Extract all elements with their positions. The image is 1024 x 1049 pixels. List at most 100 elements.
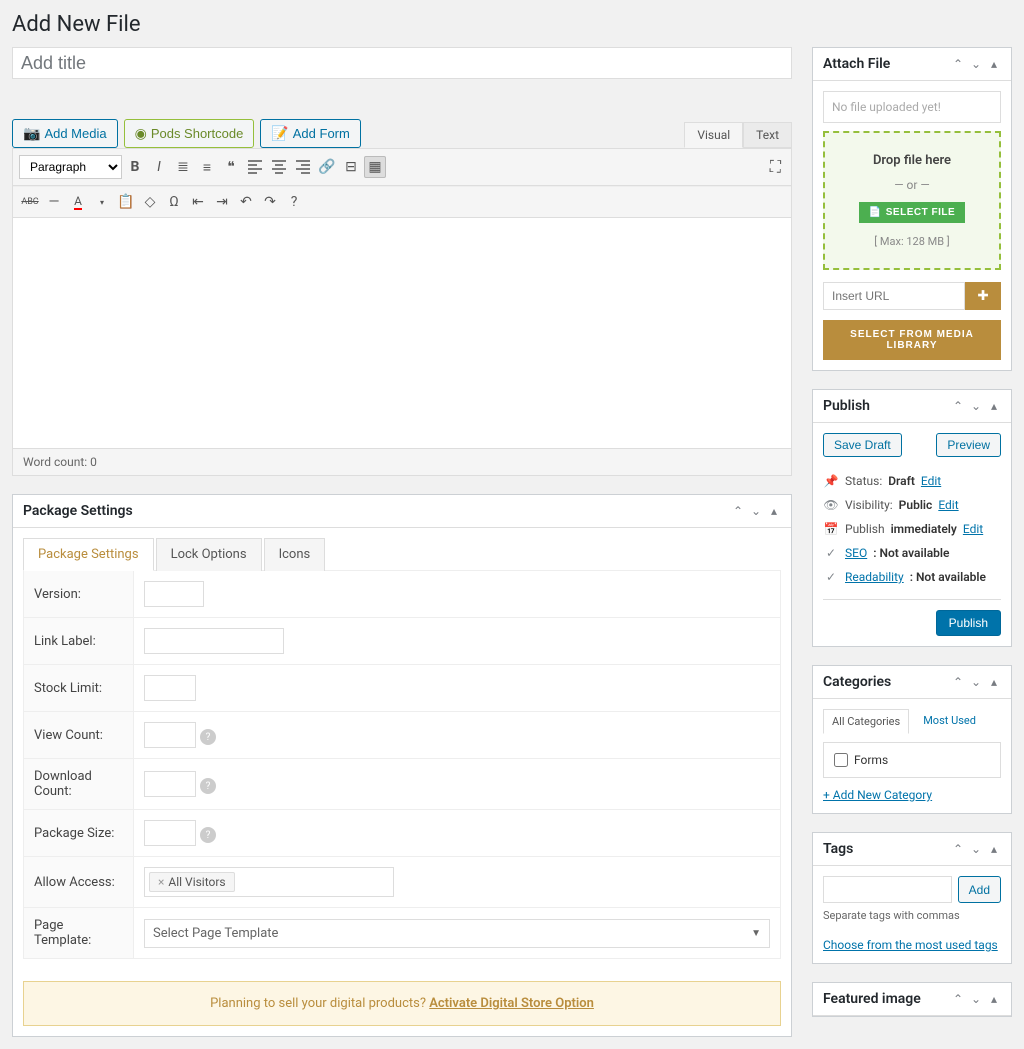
form-icon: 📝 — [271, 123, 288, 144]
move-up-icon[interactable]: ⌃ — [731, 504, 745, 518]
tab-text[interactable]: Text — [743, 122, 792, 148]
add-form-button[interactable]: 📝Add Form — [260, 119, 361, 148]
help-icon[interactable]: ? — [283, 191, 305, 213]
category-checkbox[interactable] — [834, 753, 848, 767]
move-down-icon[interactable]: ⌄ — [969, 399, 983, 413]
bullet-list-icon[interactable]: ≣ — [172, 156, 194, 178]
move-up-icon[interactable]: ⌃ — [951, 992, 965, 1006]
outdent-icon[interactable]: ⇤ — [187, 191, 209, 213]
publish-button[interactable]: Publish — [936, 610, 1001, 636]
select-file-button[interactable]: 📄SELECT FILE — [859, 202, 965, 223]
insert-url-input[interactable] — [823, 282, 965, 310]
stock-limit-input[interactable] — [144, 675, 196, 701]
clear-format-icon[interactable]: ◇ — [139, 191, 161, 213]
editor-content[interactable] — [13, 218, 791, 448]
view-count-input[interactable] — [144, 722, 196, 748]
tag-input[interactable] — [823, 876, 952, 903]
link-icon[interactable]: 🔗 — [316, 156, 338, 178]
toggle-icon[interactable]: ▴ — [987, 992, 1001, 1006]
edit-status-link[interactable]: Edit — [921, 474, 941, 488]
add-media-button[interactable]: 📷Add Media — [12, 119, 118, 148]
move-down-icon[interactable]: ⌄ — [749, 504, 763, 518]
file-drop-zone[interactable]: Drop file here — or — 📄SELECT FILE [ Max… — [823, 131, 1001, 270]
file-icon: 📄 — [869, 207, 882, 218]
stock-limit-label: Stock Limit: — [24, 665, 134, 712]
indent-icon[interactable]: ⇥ — [211, 191, 233, 213]
more-icon[interactable]: ⊟ — [340, 156, 362, 178]
link-label-input[interactable] — [144, 628, 284, 654]
toggle-icon[interactable]: ▴ — [767, 504, 781, 518]
align-left-icon[interactable] — [244, 156, 266, 178]
add-tag-button[interactable]: Add — [958, 876, 1001, 903]
help-icon[interactable]: ? — [200, 778, 216, 794]
align-center-icon[interactable] — [268, 156, 290, 178]
page-template-select[interactable]: Select Page Template▼ — [144, 919, 770, 948]
chevron-down-icon: ▼ — [751, 928, 761, 939]
version-input[interactable] — [144, 581, 204, 607]
italic-icon[interactable]: I — [148, 156, 170, 178]
save-draft-button[interactable]: Save Draft — [823, 433, 902, 457]
title-input[interactable] — [12, 47, 792, 79]
download-count-input[interactable] — [144, 771, 196, 797]
preview-button[interactable]: Preview — [936, 433, 1001, 457]
toggle-icon[interactable]: ▴ — [987, 57, 1001, 71]
link-label-label: Link Label: — [24, 618, 134, 665]
page-title: Add New File — [12, 12, 1012, 37]
pkg-tab-icons[interactable]: Icons — [264, 538, 326, 571]
word-count: Word count: 0 — [13, 448, 791, 475]
toggle-icon[interactable]: ▴ — [987, 842, 1001, 856]
remove-chip-icon[interactable]: × — [158, 875, 164, 889]
move-down-icon[interactable]: ⌄ — [969, 675, 983, 689]
toggle-icon[interactable]: ▴ — [987, 399, 1001, 413]
toolbar-toggle-icon[interactable]: ▦ — [364, 156, 386, 178]
cat-tab-most[interactable]: Most Used — [915, 709, 984, 734]
help-icon[interactable]: ? — [200, 729, 216, 745]
pods-shortcode-button[interactable]: ◉Pods Shortcode — [124, 119, 255, 148]
page-template-label: Page Template: — [24, 908, 134, 959]
pkg-tab-settings[interactable]: Package Settings — [23, 538, 154, 571]
sell-banner: Planning to sell your digital products? … — [23, 981, 781, 1026]
view-count-label: View Count: — [24, 712, 134, 759]
move-up-icon[interactable]: ⌃ — [951, 399, 965, 413]
package-size-input[interactable] — [144, 820, 196, 846]
hr-icon[interactable]: — — [43, 191, 65, 213]
pkg-tab-lock[interactable]: Lock Options — [156, 538, 262, 571]
category-item-forms[interactable]: Forms — [834, 753, 990, 767]
abc-strike-icon[interactable]: ABC — [19, 191, 41, 213]
blockquote-icon[interactable]: ❝ — [220, 156, 242, 178]
undo-icon[interactable]: ↶ — [235, 191, 257, 213]
toggle-icon[interactable]: ▴ — [987, 675, 1001, 689]
edit-visibility-link[interactable]: Edit — [938, 498, 958, 512]
access-chip[interactable]: ×All Visitors — [149, 872, 235, 892]
paste-icon[interactable]: 📋 — [115, 191, 137, 213]
move-down-icon[interactable]: ⌄ — [969, 992, 983, 1006]
activate-store-link[interactable]: Activate Digital Store Option — [429, 996, 594, 1011]
text-color-arrow-icon[interactable]: ▾ — [91, 191, 113, 213]
move-up-icon[interactable]: ⌃ — [951, 842, 965, 856]
bold-icon[interactable]: B — [124, 156, 146, 178]
package-settings-box: Package Settings ⌃ ⌄ ▴ Package Settings … — [12, 494, 792, 1037]
tab-visual[interactable]: Visual — [684, 122, 743, 148]
move-up-icon[interactable]: ⌃ — [951, 57, 965, 71]
special-char-icon[interactable]: Ω — [163, 191, 185, 213]
move-down-icon[interactable]: ⌄ — [969, 842, 983, 856]
add-category-link[interactable]: + Add New Category — [823, 788, 932, 802]
media-library-button[interactable]: SELECT FROM MEDIA LIBRARY — [823, 320, 1001, 360]
move-down-icon[interactable]: ⌄ — [969, 57, 983, 71]
publish-box: Publish ⌃⌄▴ Save Draft Preview 📌Status: … — [812, 389, 1012, 647]
cat-tab-all[interactable]: All Categories — [823, 709, 909, 734]
fullscreen-icon[interactable]: ⛶ — [766, 153, 785, 181]
choose-tags-link[interactable]: Choose from the most used tags — [823, 938, 998, 952]
move-up-icon[interactable]: ⌃ — [951, 675, 965, 689]
redo-icon[interactable]: ↷ — [259, 191, 281, 213]
insert-url-button[interactable]: ✚ — [965, 282, 1001, 310]
edit-schedule-link[interactable]: Edit — [963, 522, 983, 536]
numbered-list-icon[interactable]: ≡ — [196, 156, 218, 178]
help-icon[interactable]: ? — [200, 827, 216, 843]
readability-link[interactable]: Readability — [845, 570, 904, 584]
readability-icon: ✓ — [823, 570, 839, 584]
align-right-icon[interactable] — [292, 156, 314, 178]
seo-link[interactable]: SEO — [845, 546, 867, 560]
format-select[interactable]: Paragraph — [19, 155, 122, 179]
text-color-icon[interactable]: A — [67, 191, 89, 213]
